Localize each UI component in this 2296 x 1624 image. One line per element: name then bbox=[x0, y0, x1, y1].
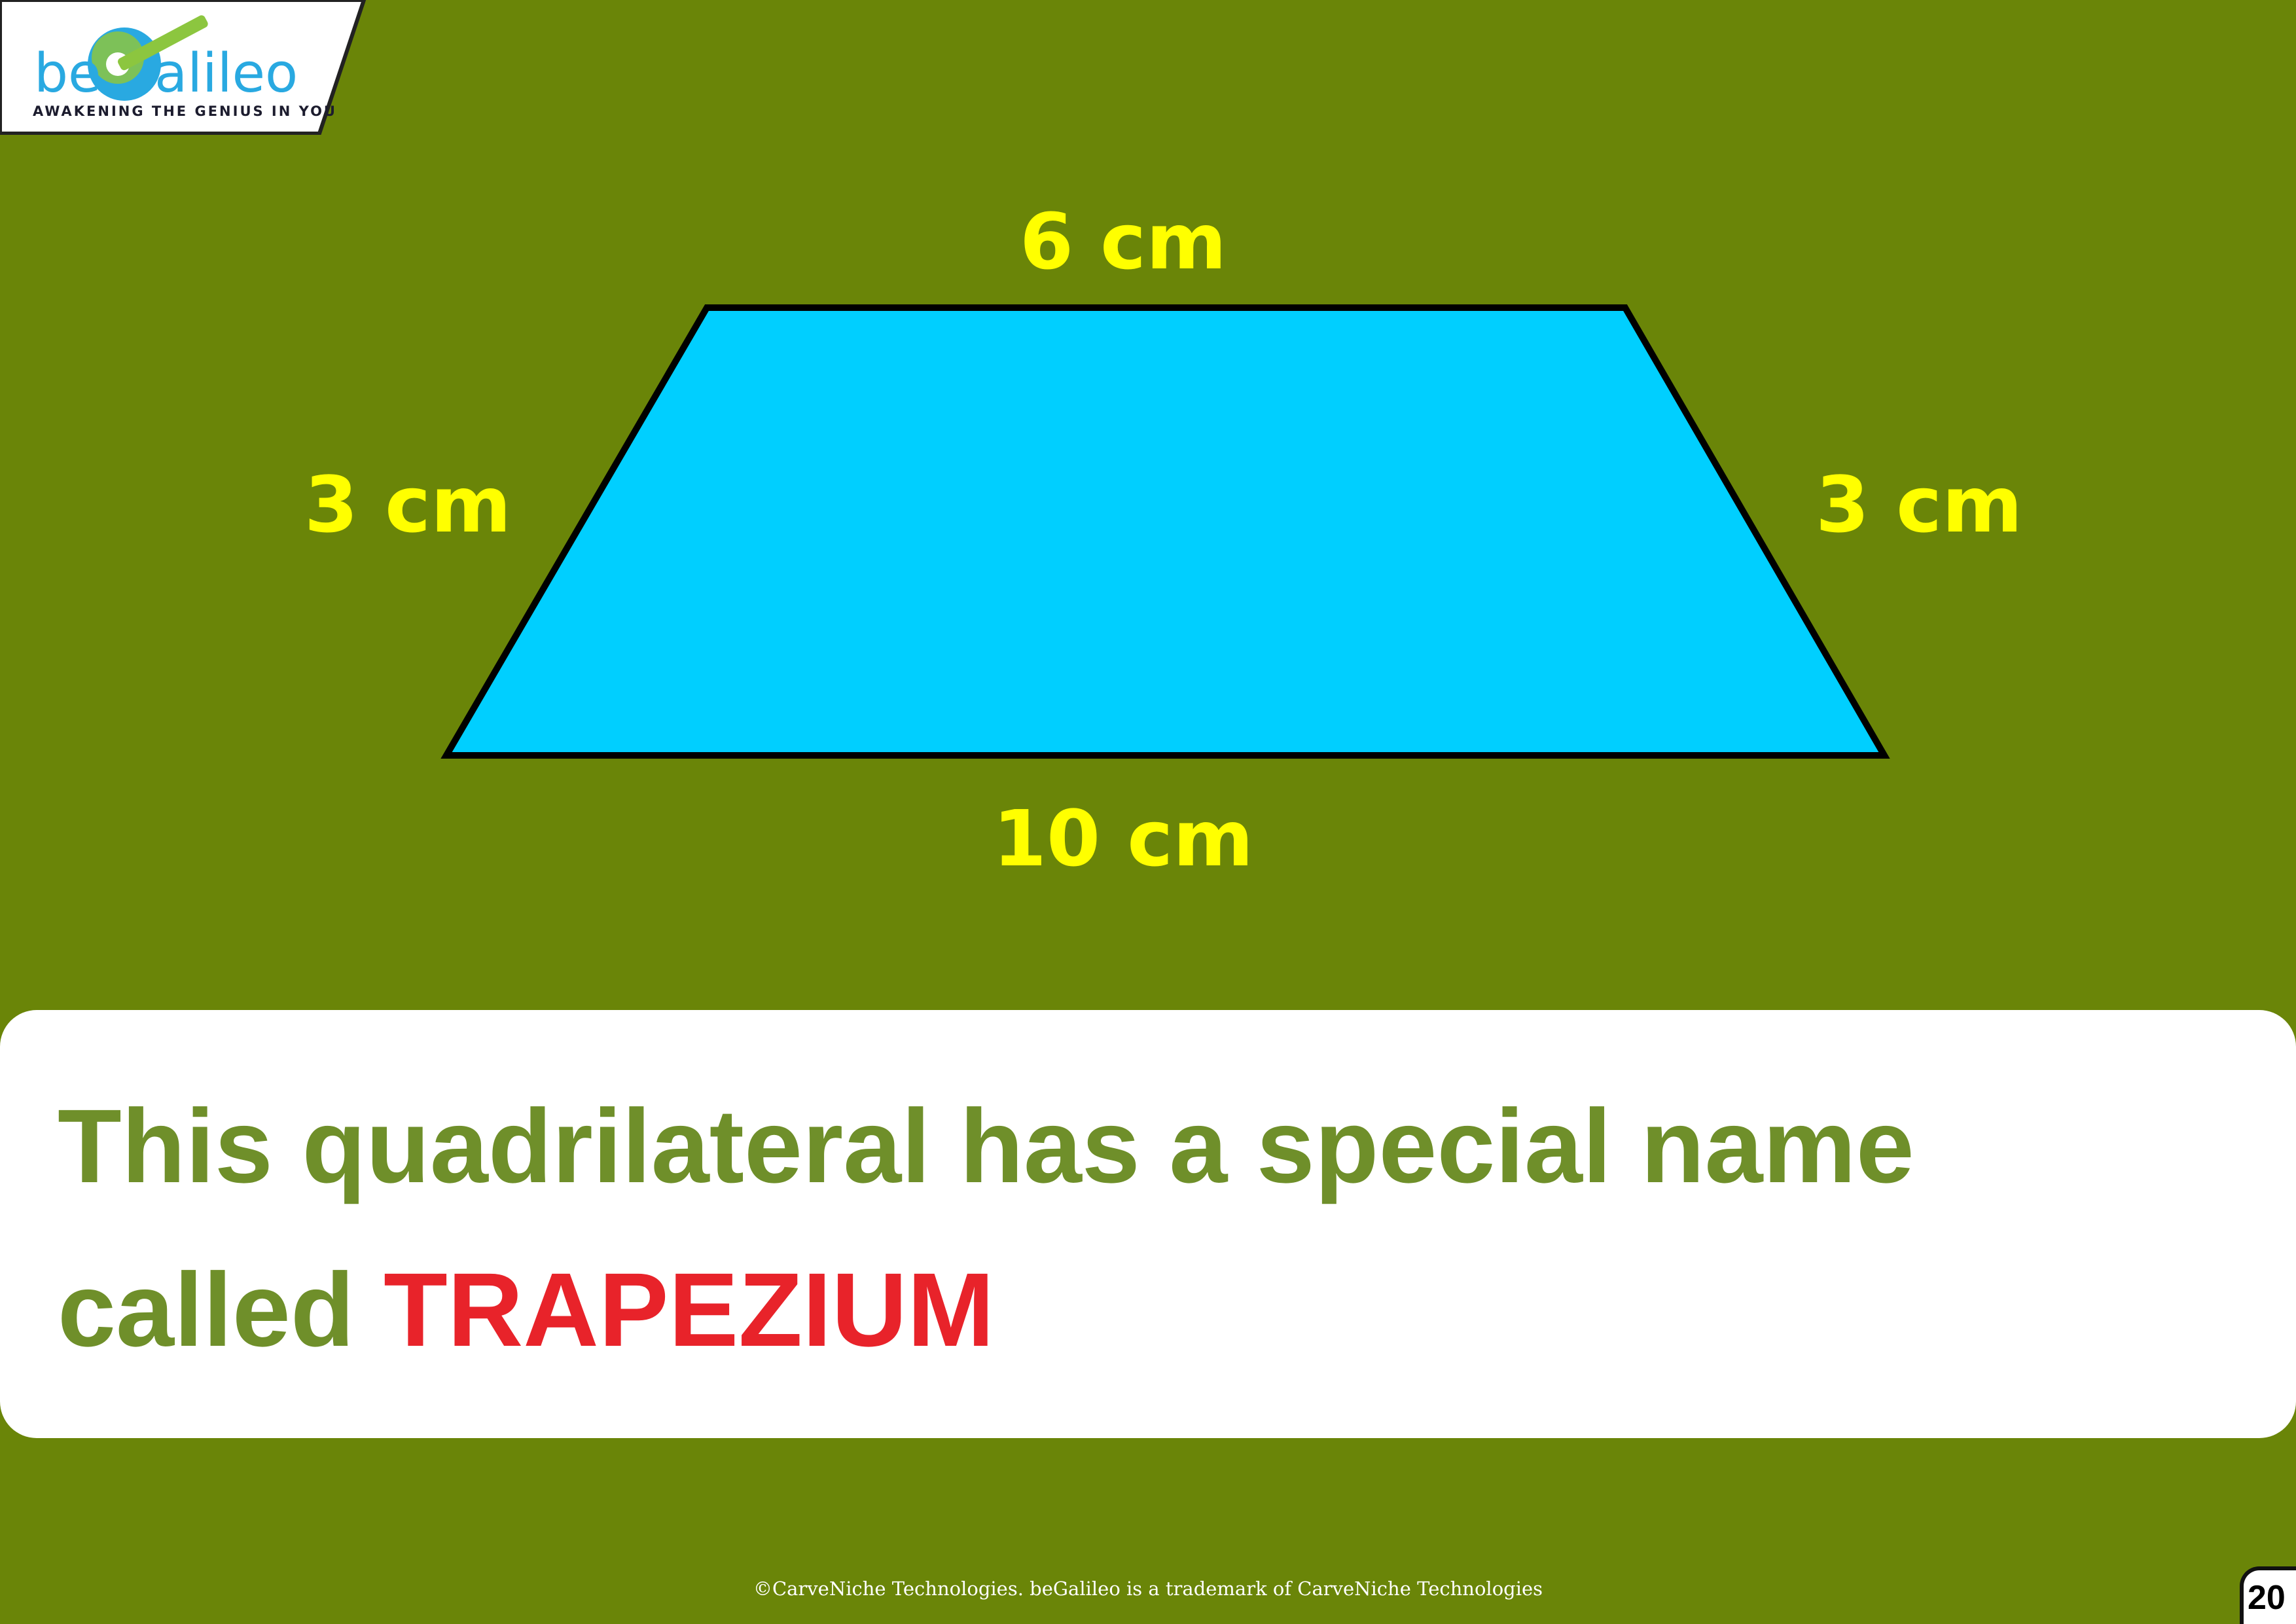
caption-line-2: called TRAPEZIUM bbox=[58, 1252, 994, 1367]
caption-prefix: called bbox=[58, 1251, 384, 1368]
top-side-label: 6 cm bbox=[1019, 196, 1227, 287]
caption-line-1: This quadrilateral has a special name bbox=[58, 1087, 1914, 1204]
trapezium-shape bbox=[440, 304, 1890, 759]
caption-box: This quadrilateral has a special name ca… bbox=[0, 1010, 2296, 1438]
trapezium-figure bbox=[440, 304, 1890, 759]
page-number: 20 bbox=[2240, 1566, 2296, 1624]
right-side-label: 3 cm bbox=[1816, 460, 2023, 550]
caption-highlight: TRAPEZIUM bbox=[384, 1251, 995, 1368]
left-side-label: 3 cm bbox=[304, 460, 512, 550]
copyright-footer: ©CarveNiche Technologies. beGalileo is a… bbox=[753, 1578, 1543, 1600]
bottom-side-label: 10 cm bbox=[992, 793, 1254, 884]
